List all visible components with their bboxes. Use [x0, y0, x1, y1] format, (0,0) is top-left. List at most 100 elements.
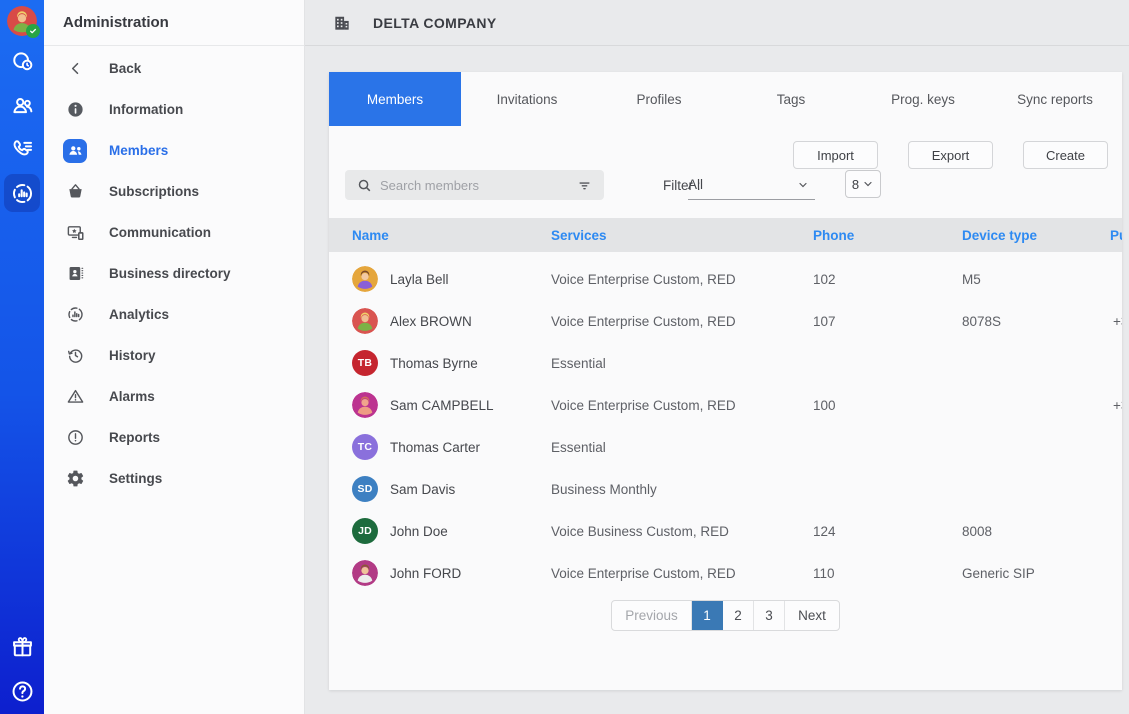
column-header-phone[interactable]: Phone: [813, 218, 854, 252]
member-device-type: Generic SIP: [962, 552, 1035, 594]
call-log-icon[interactable]: [4, 130, 40, 168]
company-topbar: DELTA COMPANY: [305, 0, 1129, 46]
page-size-value: 8: [852, 177, 859, 192]
address-book-icon: [63, 262, 87, 286]
sidebar-item-history[interactable]: History: [44, 335, 304, 376]
member-avatar: TC: [352, 434, 378, 460]
sidebar-item-information[interactable]: Information: [44, 89, 304, 130]
sidebar-item-alarms[interactable]: Alarms: [44, 376, 304, 417]
sidebar-item-communication[interactable]: Communication: [44, 212, 304, 253]
table-header: Name Services Phone Device type Pu: [329, 218, 1122, 252]
member-phone: 124: [813, 510, 836, 552]
tab-members[interactable]: Members: [329, 72, 461, 126]
member-phone: 102: [813, 258, 836, 300]
filter-funnel-icon[interactable]: [577, 178, 592, 193]
sidebar-item-subscriptions[interactable]: Subscriptions: [44, 171, 304, 212]
sidebar-title: Administration: [44, 0, 304, 46]
pagination-previous[interactable]: Previous: [612, 601, 692, 630]
member-row[interactable]: TBThomas ByrneEssential: [329, 342, 1122, 384]
administration-screen: Administration Back Information Members Sub…: [0, 0, 1129, 714]
member-avatar: [352, 308, 378, 334]
sidebar-item-label: Business directory: [109, 266, 231, 281]
member-services: Voice Enterprise Custom, RED: [551, 552, 736, 594]
member-name: Alex BROWN: [390, 300, 472, 342]
member-services: Voice Enterprise Custom, RED: [551, 384, 736, 426]
history-icon: [63, 344, 87, 368]
member-services: Voice Enterprise Custom, RED: [551, 258, 736, 300]
pagination-page-2[interactable]: 2: [723, 601, 754, 630]
building-icon: [332, 13, 352, 33]
sidebar-item-business-directory[interactable]: Business directory: [44, 253, 304, 294]
member-row[interactable]: JDJohn DoeVoice Business Custom, RED1248…: [329, 510, 1122, 552]
help-icon[interactable]: [4, 672, 40, 710]
user-avatar[interactable]: [7, 6, 37, 36]
report-icon: [63, 426, 87, 450]
search-members-input[interactable]: [380, 178, 550, 193]
tab-profiles[interactable]: Profiles: [593, 72, 725, 126]
member-avatar: [352, 266, 378, 292]
member-extra-badge: +3: [1113, 300, 1122, 342]
member-phone: 100: [813, 384, 836, 426]
members-icon: [63, 139, 87, 163]
member-phone: 107: [813, 300, 836, 342]
search-icon: [357, 178, 372, 193]
search-members-box[interactable]: [345, 170, 604, 200]
member-services: Essential: [551, 426, 606, 468]
create-button[interactable]: Create: [1023, 141, 1108, 169]
sidebar-item-label: Settings: [109, 471, 162, 486]
member-row[interactable]: Sam CAMPBELLVoice Enterprise Custom, RED…: [329, 384, 1122, 426]
member-row[interactable]: Layla Bell Voice Enterprise Custom, RED 10…: [329, 258, 1122, 300]
sidebar-item-label: Communication: [109, 225, 211, 240]
member-services: Voice Business Custom, RED: [551, 510, 729, 552]
tab-prog-keys[interactable]: Prog. keys: [857, 72, 989, 126]
member-services: Business Monthly: [551, 468, 657, 510]
page-size-select[interactable]: 8: [845, 170, 881, 198]
column-header-device-type[interactable]: Device type: [962, 218, 1037, 252]
column-header-name[interactable]: Name: [352, 218, 389, 252]
pagination-page-3[interactable]: 3: [754, 601, 785, 630]
presence-status-icon[interactable]: [4, 42, 40, 80]
gear-icon: [63, 467, 87, 491]
team-icon[interactable]: [4, 86, 40, 124]
filter-select[interactable]: All: [688, 170, 815, 200]
members-card: MembersInvitationsProfilesTagsProg. keys…: [329, 72, 1122, 690]
member-avatar: TB: [352, 350, 378, 376]
column-header-services[interactable]: Services: [551, 218, 607, 252]
screen-star-icon: [63, 221, 87, 245]
sidebar-item-label: Information: [109, 102, 183, 117]
tab-sync-reports[interactable]: Sync reports: [989, 72, 1121, 126]
member-device-type: M5: [962, 258, 981, 300]
member-avatar: [352, 560, 378, 586]
member-row[interactable]: John FORDVoice Enterprise Custom, RED110…: [329, 552, 1122, 594]
pagination: Previous123Next: [611, 600, 840, 631]
member-row[interactable]: TCThomas CarterEssential: [329, 426, 1122, 468]
tab-tags[interactable]: Tags: [725, 72, 857, 126]
sidebar-item-members[interactable]: Members: [44, 130, 304, 171]
sidebar-item-back[interactable]: Back: [44, 48, 304, 89]
sidebar-item-analytics[interactable]: Analytics: [44, 294, 304, 335]
member-row[interactable]: SDSam DavisBusiness Monthly: [329, 468, 1122, 510]
filter-value: All: [688, 177, 703, 192]
column-header-pu[interactable]: Pu: [1110, 218, 1122, 252]
sidebar-item-reports[interactable]: Reports: [44, 417, 304, 458]
member-name: John FORD: [390, 552, 461, 594]
admin-sidebar: Administration Back Information Members Sub…: [44, 0, 305, 714]
member-name: John Doe: [390, 510, 448, 552]
sidebar-item-label: Analytics: [109, 307, 169, 322]
analytics-icon: [63, 303, 87, 327]
member-device-type: 8078S: [962, 300, 1001, 342]
pagination-next[interactable]: Next: [785, 601, 839, 630]
gift-icon[interactable]: [4, 628, 40, 666]
sidebar-item-label: Members: [109, 143, 168, 158]
member-device-type: 8008: [962, 510, 992, 552]
sidebar-item-settings[interactable]: Settings: [44, 458, 304, 499]
tab-invitations[interactable]: Invitations: [461, 72, 593, 126]
member-avatar: SD: [352, 476, 378, 502]
sidebar-item-label: Subscriptions: [109, 184, 199, 199]
analytics-circle-icon[interactable]: [4, 174, 40, 212]
member-name: Layla Bell: [390, 258, 449, 300]
export-button[interactable]: Export: [908, 141, 993, 169]
member-row[interactable]: Alex BROWNVoice Enterprise Custom, RED10…: [329, 300, 1122, 342]
import-button[interactable]: Import: [793, 141, 878, 169]
pagination-page-1[interactable]: 1: [692, 601, 723, 630]
